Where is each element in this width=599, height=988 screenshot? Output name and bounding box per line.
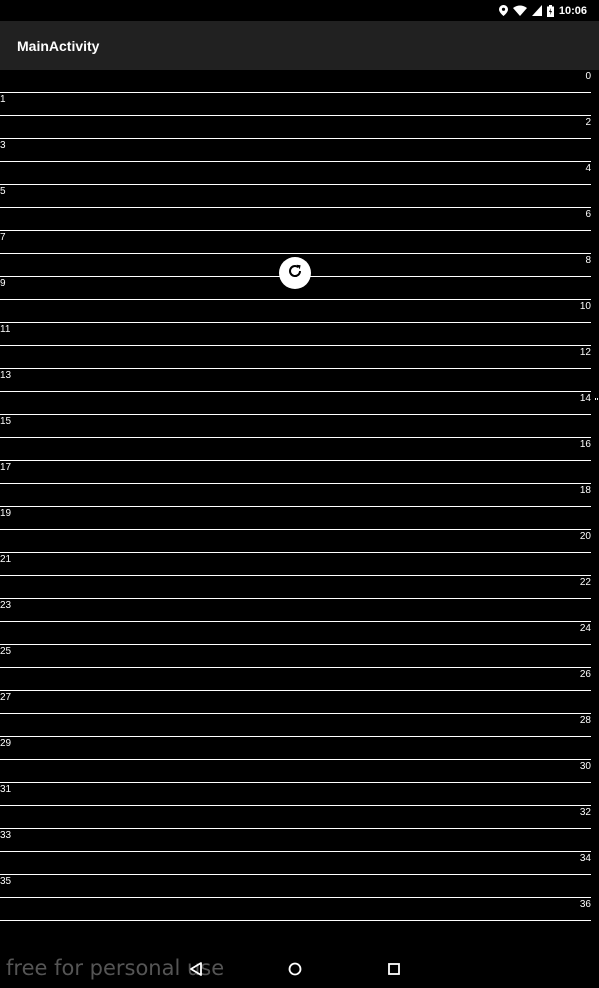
list-item-label: 24 [579, 623, 591, 634]
list-item-label: 2 [585, 117, 591, 128]
battery-icon [546, 4, 554, 17]
list-item-label: 1 [0, 94, 6, 105]
list-item-label: 0 [585, 71, 591, 82]
list-item-label: 9 [0, 278, 6, 289]
list-item-label: 34 [579, 853, 591, 864]
list-item-label: 8 [585, 255, 591, 266]
list-item-label: 16 [579, 439, 591, 450]
list-item[interactable]: 0 [0, 70, 591, 93]
list-item[interactable]: 17 [0, 461, 591, 484]
list-item[interactable]: 35 [0, 875, 591, 898]
list-item-label: 19 [0, 508, 12, 519]
list-item[interactable]: 10 [0, 300, 591, 323]
list-item-label: 18 [579, 485, 591, 496]
list-item[interactable]: 13 [0, 369, 591, 392]
list-item[interactable]: 31 [0, 783, 591, 806]
list-item[interactable]: 36 [0, 898, 591, 921]
list-item-label: 32 [579, 807, 591, 818]
list-item[interactable]: 4 [0, 162, 591, 185]
signal-icon [531, 5, 542, 16]
list-item[interactable]: 3 [0, 139, 591, 162]
list-item-label: 25 [0, 646, 12, 657]
list-item[interactable]: 5 [0, 185, 591, 208]
list-item-label: 33 [0, 830, 12, 841]
list-item[interactable]: 20 [0, 530, 591, 553]
list-item-label: 36 [579, 899, 591, 910]
pull-to-refresh-indicator [279, 257, 311, 289]
list-item[interactable]: 2 [0, 116, 591, 139]
list-item[interactable]: 28 [0, 714, 591, 737]
list-item[interactable]: 16 [0, 438, 591, 461]
list-item-label: 23 [0, 600, 12, 611]
list-item[interactable]: 30 [0, 760, 591, 783]
list-item-label: 14 [579, 393, 591, 404]
list-item-label: 12 [579, 347, 591, 358]
list-item-label: 22 [579, 577, 591, 588]
list-item[interactable]: 6 [0, 208, 591, 231]
refresh-icon [287, 263, 303, 284]
list-item-label: 3 [0, 140, 6, 151]
list-item[interactable]: 15 [0, 415, 591, 438]
list-item-label: 10 [579, 301, 591, 312]
list-item[interactable]: 23 [0, 599, 591, 622]
list-item-label: 13 [0, 370, 12, 381]
list-item-label: 11 [0, 324, 11, 335]
scrollbar-indicator[interactable] [595, 398, 599, 400]
list-item-label: 28 [579, 715, 591, 726]
list-item-label: 29 [0, 738, 12, 749]
list-item-label: 4 [585, 163, 591, 174]
list-item[interactable]: 21 [0, 553, 591, 576]
list-item[interactable]: 14 [0, 392, 591, 415]
list-item[interactable]: 27 [0, 691, 591, 714]
location-icon [498, 5, 508, 16]
list-item[interactable]: 11 [0, 323, 591, 346]
back-icon[interactable] [187, 960, 205, 978]
recents-icon[interactable] [385, 960, 403, 978]
list-item[interactable]: 24 [0, 622, 591, 645]
list-item[interactable]: 26 [0, 668, 591, 691]
list-item-label: 30 [579, 761, 591, 772]
list-item[interactable]: 12 [0, 346, 591, 369]
app-bar: MainActivity [0, 21, 599, 70]
status-bar: 10:06 [0, 0, 599, 21]
list-item-label: 6 [585, 209, 591, 220]
wifi-icon [512, 5, 527, 16]
list-item[interactable]: 32 [0, 806, 591, 829]
list-item-label: 35 [0, 876, 12, 887]
list-item-label: 5 [0, 186, 6, 197]
item-list[interactable]: 0 1 2 3 4 5 6 7 8 9 10 11 12 13 14 15 16 17 18 19 20 21 22 23 24… [0, 70, 591, 948]
list-item[interactable]: 7 [0, 231, 591, 254]
list-item-label: 26 [579, 669, 591, 680]
list-item-label: 21 [0, 554, 12, 565]
list-item[interactable]: 19 [0, 507, 591, 530]
list-item[interactable]: 33 [0, 829, 591, 852]
home-icon[interactable] [286, 960, 304, 978]
list-item-label: 20 [579, 531, 591, 542]
list-item-label: 17 [0, 462, 12, 473]
list-item[interactable]: 34 [0, 852, 591, 875]
page-title: MainActivity [17, 37, 100, 54]
list-item[interactable]: 1 [0, 93, 591, 116]
list-item[interactable]: 29 [0, 737, 591, 760]
list-item-label: 7 [0, 232, 6, 243]
list-item[interactable]: 18 [0, 484, 591, 507]
list-item-label: 27 [0, 692, 12, 703]
list-item[interactable]: 25 [0, 645, 591, 668]
status-time: 10:06 [558, 4, 587, 17]
list-item-label: 31 [0, 784, 12, 795]
list-item[interactable]: 22 [0, 576, 591, 599]
list-item-label: 15 [0, 416, 12, 427]
